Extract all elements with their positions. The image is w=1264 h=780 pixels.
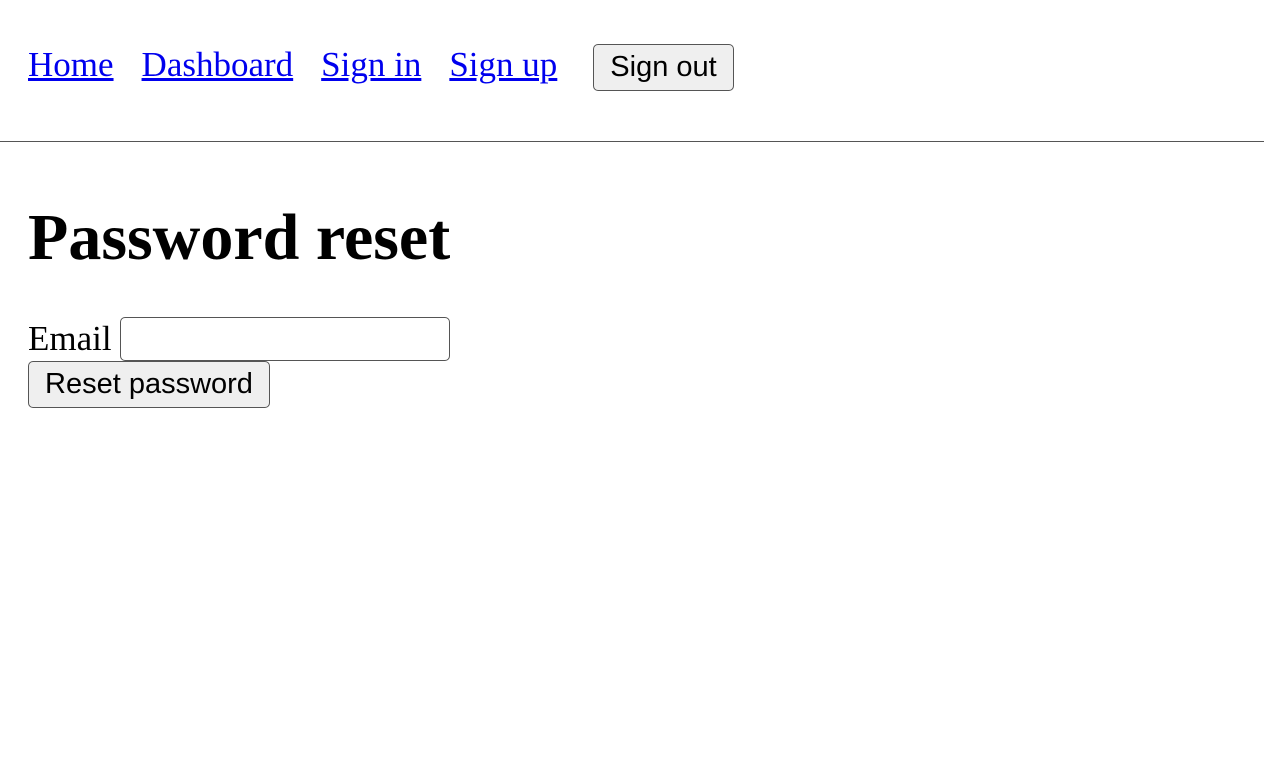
reset-password-button[interactable]: Reset password (28, 361, 270, 408)
email-label: Email (28, 319, 112, 358)
nav-signin[interactable]: Sign in (321, 45, 421, 85)
header: Home Dashboard Sign in Sign up Sign out (0, 0, 1264, 142)
nav-signup[interactable]: Sign up (449, 45, 557, 85)
signout-button[interactable]: Sign out (593, 44, 733, 91)
form-row: Email Reset password (28, 316, 1236, 408)
main-content: Password reset Email Reset password (0, 142, 1264, 436)
page-title: Password reset (28, 200, 1236, 276)
nav-dashboard[interactable]: Dashboard (142, 45, 294, 85)
nav-home[interactable]: Home (28, 45, 114, 85)
email-field[interactable] (120, 317, 450, 361)
